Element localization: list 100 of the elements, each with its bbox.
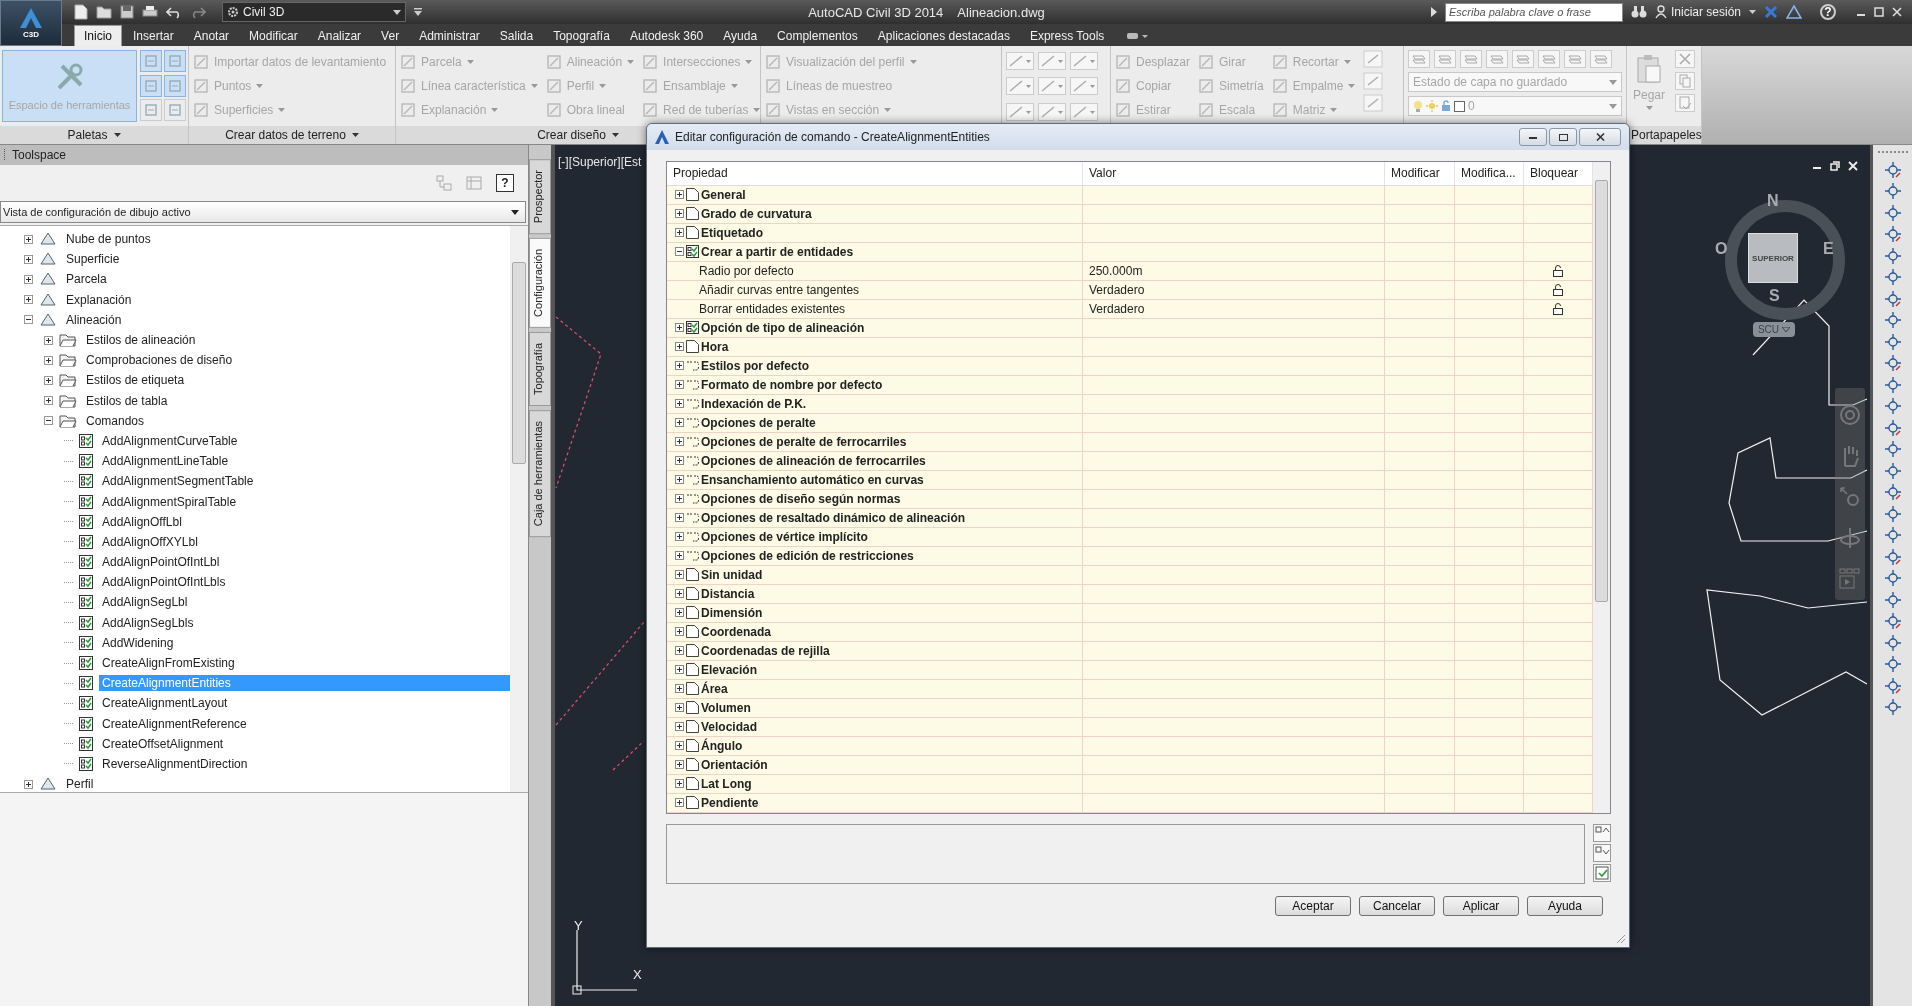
expander-icon[interactable] [44,396,53,406]
dialog-button[interactable]: Aplicar [1443,896,1519,916]
property-group[interactable]: Etiquetado [701,225,763,240]
palette-tab[interactable]: Topografía [529,332,551,407]
tree-item[interactable]: CreateAlignmentReference [99,715,250,732]
property-value[interactable]: Verdadero [1089,282,1145,297]
palette-toggle[interactable] [164,99,186,122]
property-group[interactable]: Opciones de edición de restricciones [701,548,914,563]
ribbon-tab[interactable]: Express Tools [1020,26,1114,46]
property-group[interactable]: Ángulo [701,738,743,753]
expander-icon[interactable] [24,234,33,244]
checklist-icon[interactable] [1593,864,1611,882]
dialog-button[interactable]: Ayuda [1527,896,1603,916]
tree-item[interactable]: ReverseAlignmentDirection [99,755,251,772]
property-group[interactable]: Distancia [701,586,755,601]
node-tool-icon[interactable] [1883,311,1902,329]
column-header[interactable]: Modificar [1385,162,1455,185]
expander-icon[interactable] [675,779,684,789]
caret-icon[interactable] [1749,10,1756,14]
property-group[interactable]: Ensanchamiento automático en curvas [701,472,924,487]
ribbon-tab[interactable]: Ver [372,26,409,46]
expander-icon[interactable] [675,418,684,428]
tree-item[interactable]: AddAlignmentSpiralTable [99,493,240,510]
node-tool-icon[interactable] [1883,289,1902,308]
property-group[interactable]: Coordenada [701,624,771,639]
expand-all-icon[interactable] [1593,824,1611,842]
sign-in-button[interactable]: Iniciar sesión [1655,5,1741,19]
property-group[interactable]: Elevación [701,662,758,677]
tree-item[interactable]: AddAlignSegLbls [99,614,197,631]
expander-icon[interactable] [675,437,684,447]
padlock-icon[interactable] [1553,302,1563,315]
property-value[interactable]: Verdadero [1089,301,1145,316]
viewcube-face[interactable]: SUPERIOR [1748,233,1798,283]
expander-icon[interactable] [675,608,684,618]
tree-item[interactable]: AddWidening [99,634,177,651]
dialog-button[interactable]: Aceptar [1275,896,1351,916]
node-tool-icon[interactable] [1883,483,1902,501]
tree-item[interactable]: Comandos [83,412,148,429]
node-tool-icon[interactable] [1883,418,1902,437]
tree-item[interactable]: AddAlignPointOfIntLbls [99,574,229,591]
expander-icon[interactable] [675,646,684,656]
ribbon-tab[interactable]: Analizar [308,26,371,46]
palette-toggle[interactable] [140,50,162,72]
panel-toggle-icon[interactable] [1127,32,1150,40]
expander-icon[interactable] [44,355,53,365]
node-tool-icon[interactable] [1883,375,1902,394]
panel-title[interactable]: Paletas [67,128,108,142]
tree-item[interactable]: AddAlignOffLbl [99,513,185,530]
expander-icon[interactable] [675,741,684,751]
close-button[interactable] [1579,128,1621,146]
property-group[interactable]: Coordenadas de rejilla [701,643,830,658]
palette-toggle[interactable] [140,99,162,122]
ribbon-tab[interactable]: Modificar [240,26,307,46]
panel-title[interactable]: Crear diseño [537,128,606,142]
expander-icon[interactable] [675,380,684,390]
tree-item[interactable]: CreateAlignFromExisting [99,655,238,672]
tree-item[interactable]: Alineación [63,311,125,328]
dialog-button[interactable]: Cancelar [1359,896,1435,916]
tree-item[interactable]: AddAlignmentSegmentTable [99,473,257,490]
node-tool-icon[interactable] [1883,246,1902,265]
property-group[interactable]: Crear a partir de entidades [701,244,854,259]
node-tool-icon[interactable] [1883,633,1902,652]
expander-icon[interactable] [24,254,33,264]
expander-icon[interactable] [675,209,684,219]
property-value[interactable]: 250.000m [1089,263,1143,278]
node-tool-icon[interactable] [1883,612,1902,630]
tree-item[interactable]: AddAlignOffXYLbl [99,533,201,550]
expander-icon[interactable] [675,513,684,523]
expand-arrow-icon[interactable] [1431,7,1437,17]
tree-item[interactable]: AddAlignmentLineTable [99,453,232,470]
triangle-icon[interactable] [1786,5,1802,19]
node-tool-icon[interactable] [1883,676,1902,695]
node-tool-icon[interactable] [1883,397,1902,415]
compass-south[interactable]: S [1769,287,1780,305]
tree-item[interactable]: Parcela [63,271,110,288]
app-logo[interactable]: C3D [0,0,62,46]
search-field[interactable]: Escriba palabra clave o frase [1445,2,1623,22]
expander-icon[interactable] [24,274,33,284]
node-tool-icon[interactable] [1883,590,1902,609]
tree-item[interactable]: Estilos de alineación [83,332,199,349]
expander-icon[interactable] [675,342,684,352]
caret-icon[interactable] [611,133,619,137]
ribbon-tab[interactable]: Administrar [410,26,489,46]
property-group[interactable]: Opciones de resaltado dinámico de alineación [701,510,966,525]
tree-item[interactable]: CreateOffsetAlignment [99,735,227,752]
expander-icon[interactable] [675,798,684,808]
node-tool-icon[interactable] [1883,354,1902,372]
redo-icon[interactable] [190,5,206,19]
folder-icon[interactable] [96,5,112,19]
ribbon-tab[interactable]: Ayuda [714,26,767,46]
expander-icon[interactable] [675,551,684,561]
tree-item[interactable]: Estilos de etiqueta [83,372,188,389]
tree-item[interactable]: Superficie [63,251,123,268]
property-group[interactable]: Opciones de vértice implícito [701,529,868,544]
expander-icon[interactable] [675,627,684,637]
binoculars-icon[interactable] [1631,5,1647,19]
property-group[interactable]: Orientación [701,757,768,772]
tree-item[interactable]: AddAlignSegLbl [99,594,191,611]
orbit-icon[interactable] [1839,526,1861,550]
printer-icon[interactable] [142,5,158,19]
